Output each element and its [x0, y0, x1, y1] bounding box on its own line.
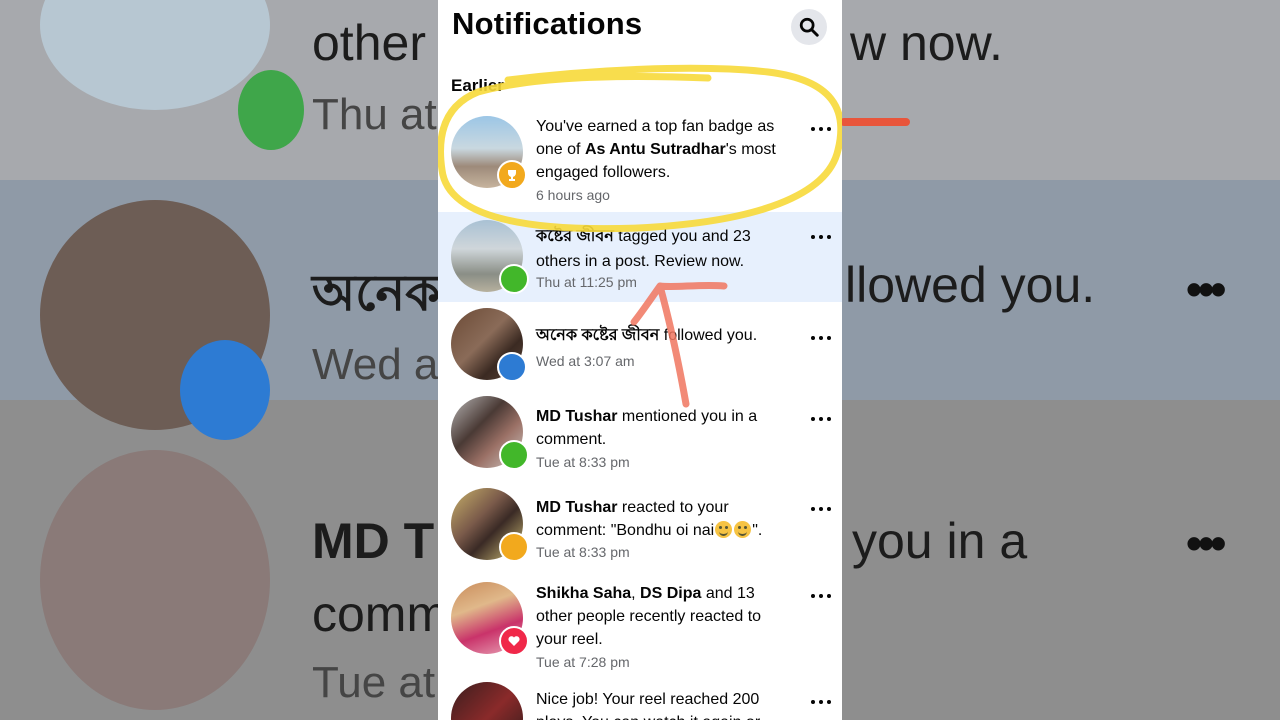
notification-text: Nice job! Your reel reached 200 plays. Y…: [536, 691, 760, 720]
background-text-low: MD T: [312, 513, 435, 569]
notification-time: Tue at 7:28 pm: [536, 654, 630, 670]
background-time-mid: Wed a: [312, 340, 439, 389]
more-options-button[interactable]: [811, 126, 831, 132]
notification-tagged-post[interactable]: কষ্টের জীবন tagged you and 23 others in …: [438, 212, 842, 302]
background-time-top: Thu at: [312, 90, 437, 139]
notification-text: MD Tushar reacted to your comment: "Bond…: [536, 499, 763, 539]
notification-followed-you[interactable]: অনেক কষ্টের জীবন followed you. Wed at 3:…: [438, 302, 842, 390]
more-options-button[interactable]: [811, 234, 831, 240]
background-text-low-right: you in a: [852, 513, 1028, 569]
notification-time: Tue at 8:33 pm: [536, 544, 630, 560]
notification-text: MD Tushar mentioned you in a comment.: [536, 408, 758, 448]
avatar: [451, 682, 523, 720]
notifications-panel: Notifications Earlier You've earned a to…: [438, 0, 842, 720]
notification-text: Shikha Saha, DS Dipa and 13 other people…: [536, 585, 762, 648]
background-text-mid-right: llowed you.: [845, 257, 1096, 313]
background-time-low: Tue at: [312, 658, 436, 707]
background-avatar-3: [40, 450, 270, 710]
more-options-button[interactable]: [811, 335, 831, 341]
search-icon: [799, 17, 819, 37]
notification-top-fan-badge[interactable]: You've earned a top fan badge as one of …: [438, 108, 842, 212]
more-options-button[interactable]: [811, 593, 831, 599]
background-more-dots-1: •••: [1186, 263, 1226, 315]
notification-reel-plays[interactable]: Nice job! Your reel reached 200 plays. Y…: [438, 678, 842, 720]
notification-reel-reactions[interactable]: Shikha Saha, DS Dipa and 13 other people…: [438, 574, 842, 678]
notification-mentioned-you[interactable]: MD Tushar mentioned you in a comment. Tu…: [438, 390, 842, 482]
page-title: Notifications: [452, 6, 643, 41]
heart-icon: [508, 636, 520, 646]
trophy-icon: [508, 170, 516, 181]
notification-text: You've earned a top fan badge as one of …: [536, 118, 776, 181]
notification-time: Wed at 3:07 am: [536, 353, 635, 369]
tag-badge: [499, 264, 529, 294]
notification-text: কষ্টের জীবন tagged you and 23 others in …: [536, 228, 751, 270]
notification-time: Tue at 8:33 pm: [536, 454, 630, 470]
notification-time: Thu at 11:25 pm: [536, 274, 637, 290]
notification-time: 6 hours ago: [536, 187, 610, 203]
more-options-button[interactable]: [811, 416, 831, 422]
more-options-button[interactable]: [811, 506, 831, 512]
background-text-low2: comm: [312, 586, 449, 642]
trophy-badge: [497, 160, 527, 190]
search-button[interactable]: [791, 9, 827, 45]
section-label-earlier: Earlier: [451, 76, 504, 95]
background-badge-green: [238, 70, 304, 150]
heart-reaction-badge: [499, 626, 529, 656]
notification-text: অনেক কষ্টের জীবন followed you.: [536, 327, 758, 344]
comment-badge: [499, 440, 529, 470]
background-text-mid: অনেক: [312, 265, 441, 321]
background-text-top: other: [312, 15, 426, 71]
smile-emoji-icon: [715, 521, 733, 538]
smile-emoji-icon: [734, 521, 752, 538]
background-more-dots-2: •••: [1186, 517, 1226, 569]
more-options-button[interactable]: [811, 699, 831, 705]
reaction-badge: [499, 532, 529, 562]
notification-reacted-comment[interactable]: MD Tushar reacted to your comment: "Bond…: [438, 482, 842, 574]
background-text-top-right: w now.: [850, 15, 1003, 71]
follow-badge: [497, 352, 527, 382]
background-red-stroke: [840, 118, 910, 126]
background-badge-blue: [180, 340, 270, 440]
